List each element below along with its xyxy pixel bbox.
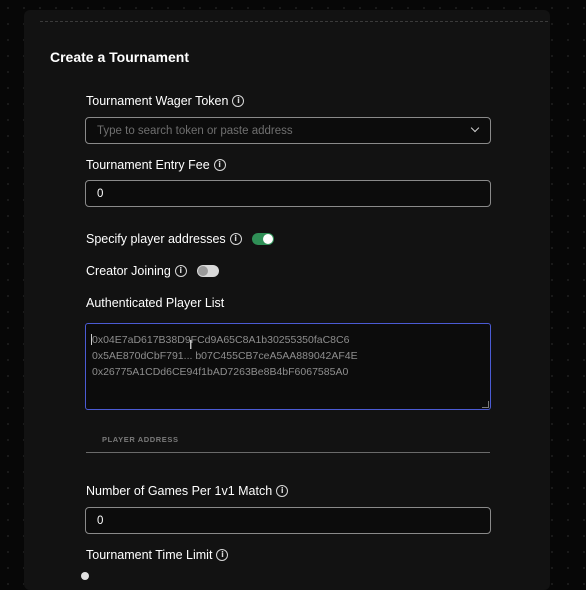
- wager-token-label: Tournament Wager Token: [86, 94, 229, 108]
- info-icon[interactable]: i: [174, 265, 187, 277]
- time-limit-slider-handle[interactable]: [81, 572, 89, 580]
- table-header-divider: [86, 452, 490, 453]
- entry-fee-field[interactable]: [85, 180, 491, 207]
- specify-players-toggle[interactable]: [251, 233, 274, 245]
- panel-divider: [40, 21, 548, 22]
- creator-joining-toggle[interactable]: [196, 265, 219, 277]
- games-per-match-label: Number of Games Per 1v1 Match: [86, 484, 273, 498]
- games-per-match-field[interactable]: [85, 507, 491, 534]
- info-icon[interactable]: i: [229, 233, 242, 245]
- resize-handle[interactable]: [482, 401, 489, 408]
- chevron-down-icon[interactable]: [470, 123, 480, 133]
- info-icon[interactable]: i: [276, 485, 289, 497]
- player-list-label-row: Authenticated Player List: [86, 296, 224, 310]
- entry-fee-label: Tournament Entry Fee: [86, 158, 210, 172]
- games-per-match-label-row: Number of Games Per 1v1 Match i: [86, 484, 289, 498]
- specify-players-row: Specify player addresses i: [86, 232, 274, 246]
- time-limit-label: Tournament Time Limit: [86, 548, 213, 562]
- toggle-knob: [262, 234, 273, 244]
- time-limit-label-row: Tournament Time Limit i: [86, 548, 229, 562]
- wager-token-search-input[interactable]: [97, 118, 457, 143]
- page-title: Create a Tournament: [50, 49, 189, 65]
- text-cursor-icon: I: [189, 338, 193, 352]
- player-list-textarea[interactable]: 0x04E7aD617B38D9FCd9A65C8A1b30255350faC8…: [85, 323, 491, 410]
- entry-fee-label-row: Tournament Entry Fee i: [86, 158, 226, 172]
- player-list-label: Authenticated Player List: [86, 296, 225, 310]
- wager-token-label-row: Tournament Wager Token i: [86, 94, 245, 108]
- entry-fee-input[interactable]: [97, 181, 457, 206]
- info-icon[interactable]: i: [216, 549, 229, 561]
- toggle-knob: [197, 266, 208, 276]
- creator-joining-row: Creator Joining i: [86, 264, 219, 278]
- player-address-lines: 0x04E7aD617B38D9FCd9A65C8A1b30255350faC8…: [92, 332, 358, 380]
- player-address-line: 0x26775A1CDd6CE94f1bAD7263Be8B4bF6067585…: [92, 366, 349, 378]
- player-address-line: 0x04E7aD617B38D9FCd9A65C8A1b30255350faC8…: [92, 334, 350, 346]
- player-address-line: 0x5AE870dCbF791... b07C455CB7ceA5AA88904…: [92, 350, 358, 362]
- info-icon[interactable]: i: [232, 95, 245, 107]
- games-per-match-input[interactable]: [97, 508, 457, 533]
- creator-joining-label: Creator Joining: [86, 264, 171, 278]
- info-icon[interactable]: i: [213, 159, 226, 171]
- wager-token-select[interactable]: [85, 117, 491, 144]
- player-address-column-header: PLAYER ADDRESS: [102, 435, 179, 444]
- specify-players-label: Specify player addresses: [86, 232, 226, 246]
